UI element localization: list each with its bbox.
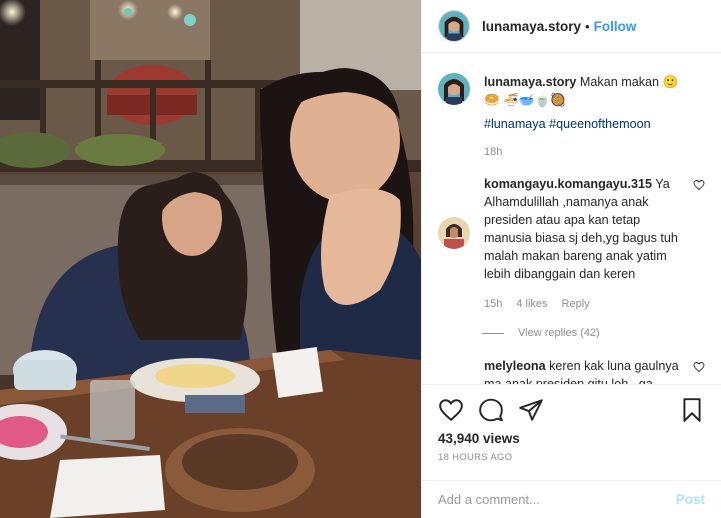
post-actions: 43,940 views 18 HOURS AGO xyxy=(422,384,721,480)
view-replies-label: View replies (42) xyxy=(518,327,600,339)
comment-item: komangayu.komangayu.315 Ya Alhamdulillah… xyxy=(438,175,705,313)
heart-icon[interactable] xyxy=(438,397,464,423)
caption: lunamaya.story Makan makan 🙂🥯 🍜🥣🍵🥘 #luna… xyxy=(438,73,705,161)
comment-username[interactable]: komangayu.komangayu.315 xyxy=(484,177,652,191)
comment-age: 15h xyxy=(484,298,503,310)
caption-age: 18h xyxy=(484,146,503,158)
add-comment-bar: Post xyxy=(422,480,721,518)
comment-like-icon[interactable] xyxy=(693,179,705,191)
comment-text: Ya Alhamdulillah ,namanya anak presiden … xyxy=(484,177,678,281)
caption-hashtags[interactable]: #lunamaya #queenofthemoon xyxy=(484,117,651,131)
comment-likes[interactable]: 4 likes xyxy=(516,295,547,313)
post-video[interactable] xyxy=(0,0,421,518)
video-frame xyxy=(0,0,421,518)
post-details-panel: lunamaya.story • Follow lunamaya.story M… xyxy=(421,0,721,518)
view-replies-line xyxy=(482,332,504,334)
author-username[interactable]: lunamaya.story xyxy=(482,19,581,34)
comment-input[interactable] xyxy=(438,492,676,507)
caption-body: lunamaya.story Makan makan 🙂🥯 🍜🥣🍵🥘 #luna… xyxy=(484,73,705,161)
comment-body: melyleona keren kak luna gaulnya ma anak… xyxy=(484,357,705,384)
comments-list[interactable]: lunamaya.story Makan makan 🙂🥯 🍜🥣🍵🥘 #luna… xyxy=(422,53,721,384)
post-view: lunamaya.story • Follow lunamaya.story M… xyxy=(0,0,721,518)
caption-username[interactable]: lunamaya.story xyxy=(484,75,576,89)
separator-dot: • xyxy=(585,18,590,34)
comment-icon[interactable] xyxy=(478,397,504,423)
comment-username[interactable]: melyleona xyxy=(484,359,546,373)
action-buttons xyxy=(438,393,705,427)
comment-item: melyleona keren kak luna gaulnya ma anak… xyxy=(438,357,705,384)
share-icon[interactable] xyxy=(518,397,544,423)
view-replies-button[interactable]: View replies (42) xyxy=(482,327,705,339)
caption-avatar[interactable] xyxy=(438,73,470,105)
post-button[interactable]: Post xyxy=(676,492,705,507)
post-timestamp: 18 HOURS AGO xyxy=(438,452,513,463)
bookmark-icon[interactable] xyxy=(679,397,705,423)
views-count[interactable]: 43,940 views xyxy=(438,431,705,446)
comment-avatar[interactable] xyxy=(438,217,470,249)
post-header: lunamaya.story • Follow xyxy=(422,0,721,53)
author-avatar[interactable] xyxy=(438,10,470,42)
comment-like-icon[interactable] xyxy=(693,361,705,373)
follow-button[interactable]: Follow xyxy=(594,19,637,34)
reply-button[interactable]: Reply xyxy=(562,295,590,313)
comment-body: komangayu.komangayu.315 Ya Alhamdulillah… xyxy=(484,175,705,313)
